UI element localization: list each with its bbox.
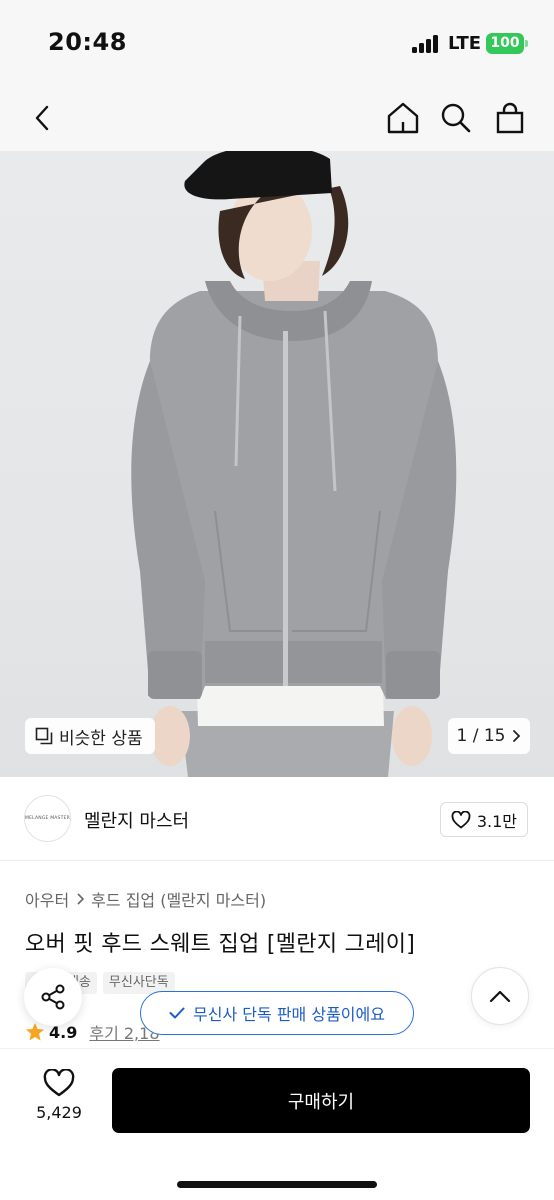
heart-icon (451, 810, 471, 828)
home-button[interactable] (381, 96, 425, 140)
nav-bar (0, 86, 554, 151)
cart-button[interactable] (488, 96, 532, 140)
network-type: LTE (448, 33, 482, 54)
check-icon (169, 1007, 185, 1019)
page-counter-text: 1 / 15 (456, 726, 506, 746)
search-icon (441, 103, 471, 133)
home-indicator (177, 1181, 377, 1188)
wishlist-button[interactable]: 5,429 (24, 1069, 94, 1122)
product-title: 오버 핏 후드 스웨트 집업 [멜란지 그레이] (25, 932, 416, 957)
exclusive-toast: 무신사 단독 판매 상품이에요 (140, 991, 414, 1035)
brand-row[interactable]: MELANGE MASTER 멜란지 마스터 3.1만 (0, 777, 554, 861)
brand-like-button[interactable]: 3.1만 (439, 802, 528, 837)
scroll-to-top-button[interactable] (471, 967, 529, 1025)
breadcrumb-category[interactable]: 아우터 (25, 887, 69, 911)
similar-items-icon (35, 727, 53, 745)
exclusive-toast-text: 무신사 단독 판매 상품이에요 (193, 1005, 385, 1024)
brand-like-count: 3.1만 (476, 811, 517, 831)
similar-products-label: 비슷한 상품 (59, 728, 143, 749)
image-page-counter[interactable]: 1 / 15 (448, 718, 530, 754)
similar-products-button[interactable]: 비슷한 상품 (25, 718, 155, 754)
breadcrumb-subcategory[interactable]: 후드 집업 (멜란지 마스터) (91, 887, 266, 911)
chevron-right-icon (77, 893, 85, 905)
breadcrumb: 아우터 후드 집업 (멜란지 마스터) (25, 887, 266, 911)
back-button[interactable] (20, 96, 64, 140)
battery-icon: 100 (486, 33, 528, 54)
home-icon (387, 102, 419, 134)
status-time: 20:48 (48, 28, 127, 56)
bag-icon (496, 102, 524, 134)
star-icon (26, 1023, 44, 1041)
signal-icon (412, 35, 442, 53)
brand-logo[interactable]: MELANGE MASTER (24, 795, 71, 842)
share-button[interactable] (24, 968, 82, 1026)
chevron-left-icon (35, 105, 49, 131)
search-button[interactable] (434, 96, 478, 140)
status-bar: 20:48 LTE 100 (0, 0, 554, 86)
chevron-up-icon (489, 990, 511, 1003)
chevron-right-icon (513, 730, 521, 742)
buy-button[interactable]: 구매하기 (112, 1068, 530, 1133)
product-image-gallery[interactable]: 비슷한 상품 1 / 15 (0, 151, 554, 777)
product-photo (131, 151, 457, 777)
bottom-action-bar: 5,429 구매하기 (0, 1048, 554, 1200)
brand-name[interactable]: 멜란지 마스터 (84, 807, 189, 833)
share-icon (41, 984, 65, 1010)
heart-icon (43, 1069, 75, 1097)
wishlist-count: 5,429 (36, 1103, 82, 1122)
